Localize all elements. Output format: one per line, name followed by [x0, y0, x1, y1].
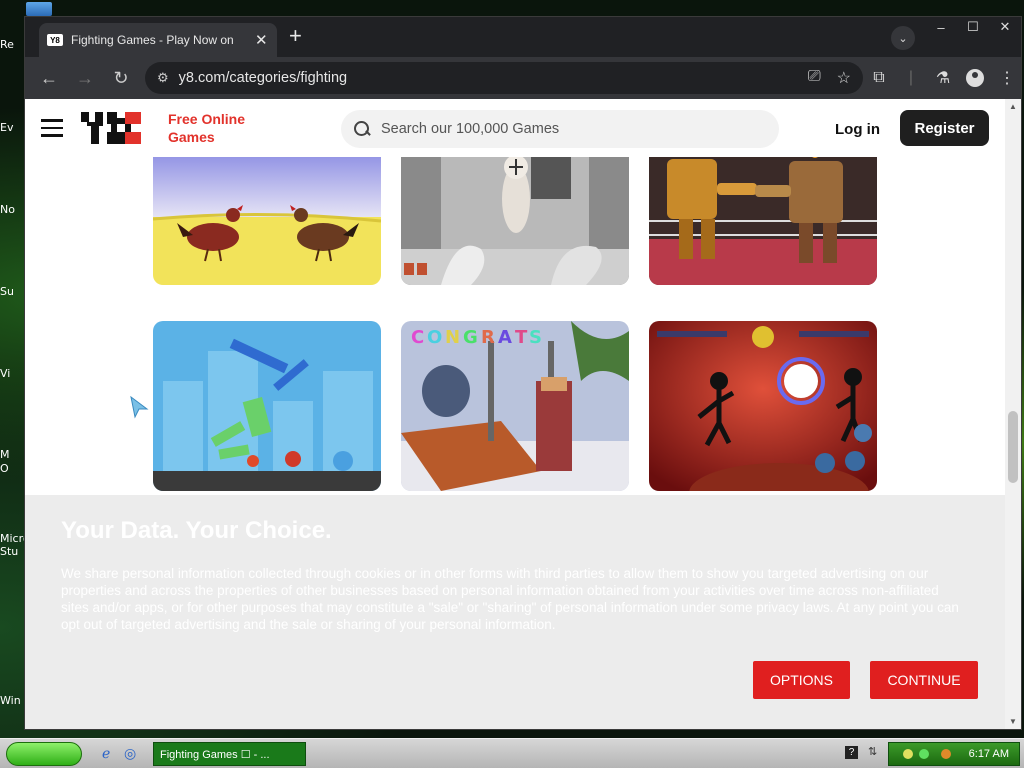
browser-quicklaunch-icon[interactable]: ◎	[124, 745, 136, 762]
rooster-game-art	[153, 139, 381, 285]
close-window-button[interactable]: ✕	[989, 17, 1021, 37]
desktop-icon-label[interactable]: Su	[0, 285, 26, 298]
consent-body-text: We share personal information collected …	[61, 566, 959, 632]
tab-fighting-games[interactable]: Y8 Fighting Games - Play Now on ✕	[39, 23, 277, 57]
taskbar: ℯ ◎ Fighting Games ☐ - ... ? ⇅ 6:17 AM	[0, 738, 1024, 768]
page-scrollbar[interactable]: ▲ ▼	[1005, 99, 1021, 729]
hamburger-menu-icon[interactable]	[41, 119, 63, 142]
tab-search-button[interactable]: ⌄	[891, 26, 915, 50]
desktop-icon-label[interactable]: Stu	[0, 545, 26, 558]
url-text[interactable]: y8.com/categories/fighting	[179, 70, 347, 86]
window-controls: – ☐ ✕	[925, 17, 1021, 37]
search-icon[interactable]	[353, 120, 371, 138]
back-button[interactable]: ←	[31, 68, 67, 89]
game-thumbnail-horror-room[interactable]	[401, 139, 629, 285]
game-search-bar[interactable]	[341, 110, 779, 148]
desktop-icon-label[interactable]: Vi	[0, 367, 26, 380]
system-tray: 6:17 AM	[888, 742, 1020, 766]
new-tab-button[interactable]: +	[289, 25, 302, 47]
reload-button[interactable]: ↻	[103, 68, 139, 89]
desktop-icon-label[interactable]: Ev	[0, 121, 26, 134]
bookmark-star-icon[interactable]: ☆	[837, 68, 851, 88]
tray-volume-icon[interactable]	[919, 749, 929, 759]
y8-logo[interactable]	[81, 112, 151, 144]
clock[interactable]: 6:17 AM	[969, 748, 1009, 760]
y8-favicon-icon: Y8	[47, 34, 63, 46]
robot-boxing-game-art	[649, 139, 877, 285]
tab-title: Fighting Games - Play Now on	[71, 33, 234, 47]
desktop-icon-label[interactable]: O	[0, 462, 26, 475]
stickman-space-fight-game-art	[649, 321, 877, 491]
scroll-down-arrow-icon[interactable]: ▼	[1009, 717, 1017, 726]
game-thumbnail-rooster[interactable]	[153, 139, 381, 285]
start-button[interactable]	[6, 742, 82, 766]
minimize-button[interactable]: –	[925, 17, 957, 37]
browser-window: Y8 Fighting Games - Play Now on ✕ + ⌄ – …	[24, 16, 1022, 730]
toolbar-divider: |	[908, 69, 914, 86]
install-app-icon[interactable]: ⎚	[808, 68, 821, 88]
site-header: Free Online Games Log in Register	[25, 99, 1005, 157]
desktop-icon-label[interactable]: Re	[0, 38, 26, 51]
profile-avatar-icon[interactable]	[966, 69, 984, 87]
svg-text:T: T	[515, 327, 528, 348]
svg-text:N: N	[445, 327, 460, 348]
desktop-shortcut-icon[interactable]	[26, 2, 52, 16]
login-link[interactable]: Log in	[835, 121, 880, 138]
consent-title: Your Data. Your Choice.	[61, 517, 332, 544]
site-info-icon[interactable]: ⚙	[157, 70, 169, 86]
consent-options-button[interactable]: OPTIONS	[753, 661, 850, 699]
ragdoll-duel-game-art	[153, 321, 381, 491]
svg-text:R: R	[481, 327, 495, 348]
svg-text:O: O	[427, 327, 442, 348]
arcade-brawler-game-art: C O N G R A T S	[401, 321, 629, 491]
extensions-icon[interactable]: ⧉	[863, 69, 895, 87]
mouse-cursor-icon	[130, 395, 149, 419]
horror-room-game-art	[401, 139, 629, 285]
tagline-line-2: Games	[168, 129, 215, 145]
page-viewport: C O N G R A T S Free Online Games Search…	[25, 99, 1005, 729]
game-thumbnail-robot-boxing[interactable]	[649, 139, 877, 285]
tray-search-icon[interactable]	[941, 749, 951, 759]
game-thumbnail-stickman-space-fight[interactable]	[649, 321, 877, 491]
address-bar[interactable]: ⚙ y8.com/categories/fighting ⎚ ☆	[145, 62, 863, 94]
browser-menu-icon[interactable]: ⋮	[991, 68, 1023, 88]
maximize-button[interactable]: ☐	[957, 17, 989, 37]
consent-continue-button[interactable]: CONTINUE	[870, 661, 978, 699]
svg-text:S: S	[529, 327, 542, 348]
game-thumbnail-arcade-brawler[interactable]: C O N G R A T S	[401, 321, 629, 491]
tray-arrows-icon[interactable]: ⇅	[868, 745, 877, 758]
forward-button[interactable]: →	[67, 68, 103, 89]
ie-quicklaunch-icon[interactable]: ℯ	[102, 745, 110, 762]
desktop-icon-label[interactable]: M	[0, 448, 26, 461]
svg-text:A: A	[498, 327, 512, 348]
site-tagline: Free Online Games	[168, 110, 245, 146]
browser-toolbar: ← → ↻ ⚙ y8.com/categories/fighting ⎚ ☆ ⧉…	[25, 57, 1021, 99]
labs-flask-icon[interactable]: ⚗	[927, 68, 959, 88]
desktop-icon-label[interactable]: Micro	[0, 532, 26, 545]
svg-text:G: G	[463, 327, 478, 348]
privacy-consent-banner: Your Data. Your Choice. We share persona…	[25, 495, 1005, 729]
register-button[interactable]: Register	[900, 110, 989, 146]
scrollbar-thumb[interactable]	[1008, 411, 1018, 483]
help-icon[interactable]: ?	[845, 746, 858, 759]
game-search-input[interactable]	[381, 121, 761, 137]
svg-text:C: C	[411, 327, 424, 348]
taskbar-item-fighting-games[interactable]: Fighting Games ☐ - ...	[153, 742, 306, 766]
tab-strip: Y8 Fighting Games - Play Now on ✕ + ⌄ – …	[25, 17, 1021, 57]
tray-network-icon[interactable]	[903, 749, 913, 759]
desktop-icon-label[interactable]: No	[0, 203, 26, 216]
scroll-up-arrow-icon[interactable]: ▲	[1009, 102, 1017, 111]
tagline-line-1: Free Online	[168, 111, 246, 127]
tab-close-icon[interactable]: ✕	[255, 31, 268, 49]
desktop-icon-label[interactable]: Win	[0, 694, 26, 707]
game-thumbnail-ragdoll-duel[interactable]	[153, 321, 381, 491]
